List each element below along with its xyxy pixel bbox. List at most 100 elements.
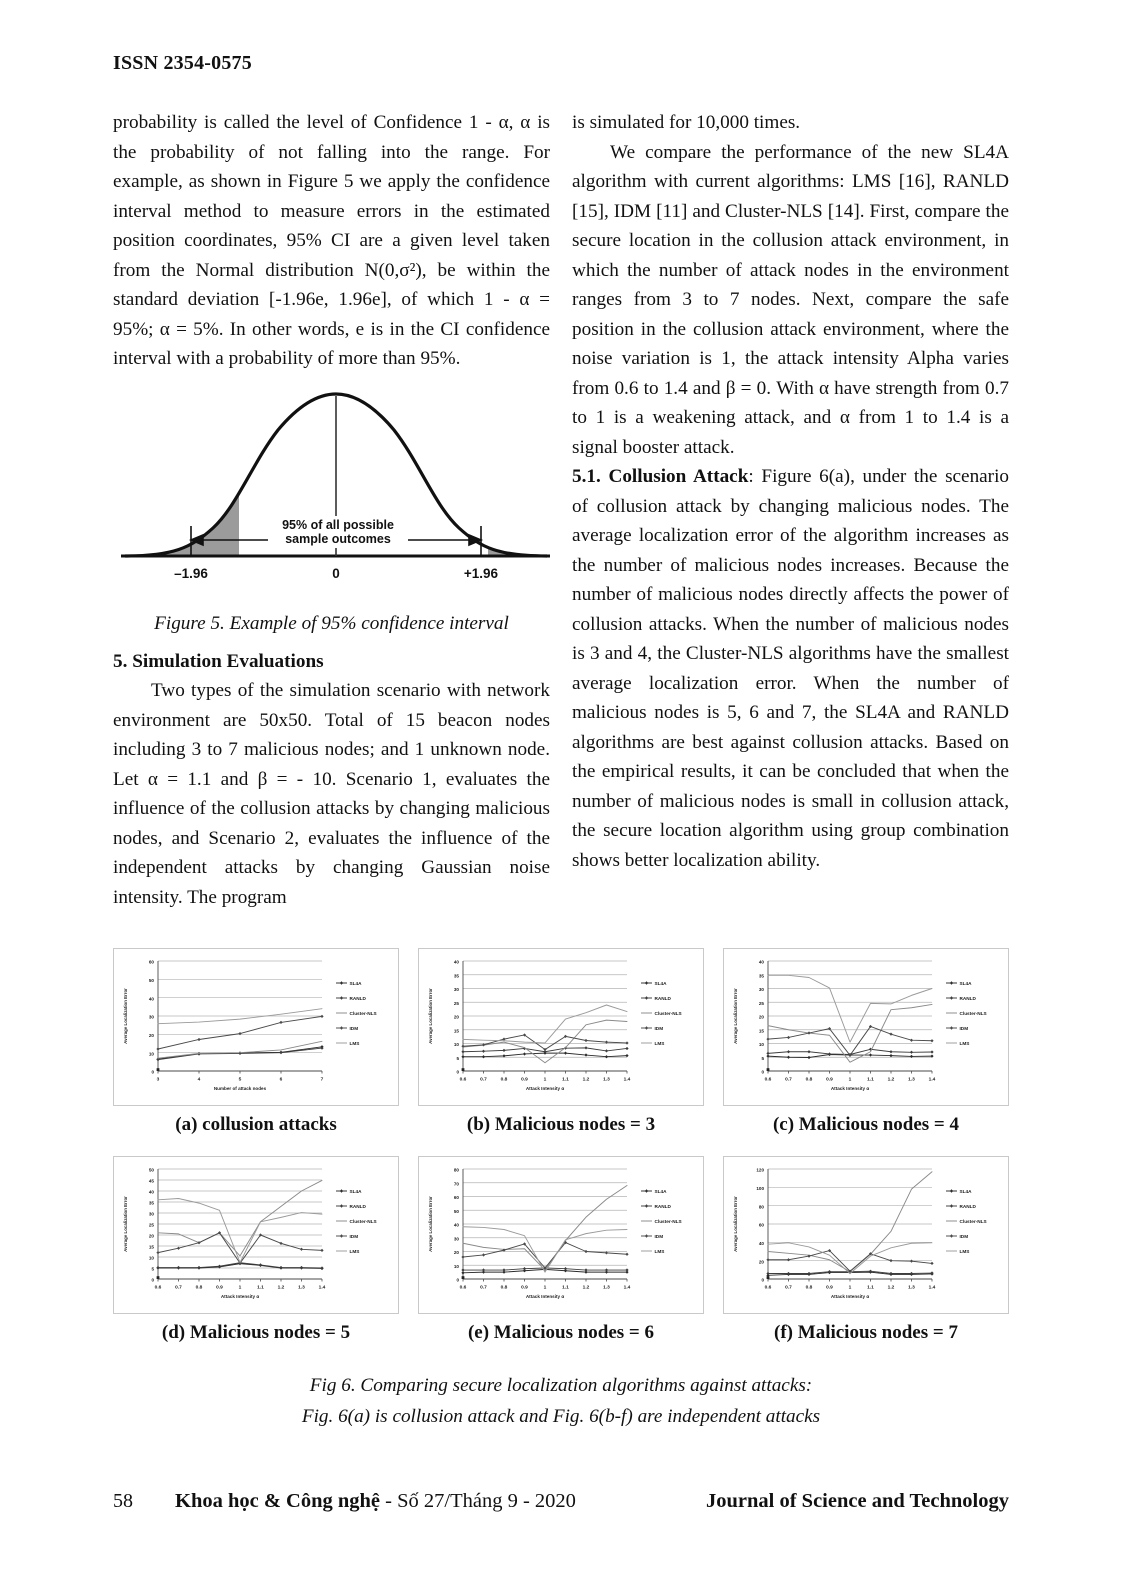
svg-text:Cluster-NLS: Cluster-NLS xyxy=(960,1219,987,1224)
chart-cell-f: 0 20 40 60 80 100 120 0.6 0.7 0.8 0.9 1 1.1 1.2 1.3 1.4… xyxy=(723,1156,1009,1360)
svg-text:10: 10 xyxy=(454,1042,460,1047)
svg-text:Cluster-NLS: Cluster-NLS xyxy=(350,1011,377,1016)
svg-text:25: 25 xyxy=(759,1001,765,1006)
svg-text:IDM: IDM xyxy=(655,1026,664,1031)
svg-text:Average Localization Error: Average Localization Error xyxy=(428,1196,433,1252)
svg-text:0.6: 0.6 xyxy=(765,1077,772,1083)
svg-text:Average Localization Error: Average Localization Error xyxy=(733,988,738,1044)
svg-text:1.4: 1.4 xyxy=(319,1285,326,1291)
svg-text:7: 7 xyxy=(321,1077,324,1083)
svg-text:RANLD: RANLD xyxy=(655,996,672,1001)
svg-text:0.7: 0.7 xyxy=(785,1285,792,1291)
figure-6: 0 10 20 30 40 50 60 3 4 5 6 7 Number of attack nodes… xyxy=(113,948,1009,1364)
svg-text:1: 1 xyxy=(239,1285,242,1291)
chart-d: 0 5 10 15 20 25 30 35 40 45 50 0.6 0.7 0.8 0.9 1 1.1 1.2 1… xyxy=(113,1156,399,1314)
chart-cell-b: 0 5 10 15 20 25 30 35 40 0.6 0.7 0.8 0.9 1 1.1 1.2 1.3 1.… xyxy=(418,948,704,1152)
svg-text:0.6: 0.6 xyxy=(460,1285,467,1291)
tick-label-center: 0 xyxy=(332,566,340,581)
two-column-body: probability is called the level of Confi… xyxy=(113,108,1009,912)
subsection-heading-51: 5.1. Collusion Attack xyxy=(572,466,749,487)
svg-text:1.1: 1.1 xyxy=(257,1285,264,1291)
svg-text:0.6: 0.6 xyxy=(155,1285,162,1291)
svg-text:1.1: 1.1 xyxy=(867,1285,874,1291)
svg-text:80: 80 xyxy=(454,1168,460,1173)
svg-text:Number of attack nodes: Number of attack nodes xyxy=(214,1086,267,1091)
svg-text:0.9: 0.9 xyxy=(826,1077,833,1083)
chart-cell-a: 0 10 20 30 40 50 60 3 4 5 6 7 Number of attack nodes… xyxy=(113,948,399,1152)
svg-text:Attack Intensity α: Attack Intensity α xyxy=(526,1294,564,1299)
chart-subcaption-f: (f) Malicious nodes = 7 xyxy=(774,1322,958,1343)
svg-text:5: 5 xyxy=(151,1267,154,1272)
svg-text:0.9: 0.9 xyxy=(521,1285,528,1291)
svg-text:35: 35 xyxy=(149,1201,155,1206)
svg-text:0: 0 xyxy=(761,1070,764,1075)
right-paragraph-3: 5.1. Collusion Attack: Figure 6(a), unde… xyxy=(572,462,1009,875)
svg-text:0.6: 0.6 xyxy=(460,1077,467,1083)
svg-text:3: 3 xyxy=(157,1077,160,1083)
svg-text:1: 1 xyxy=(849,1077,852,1083)
svg-text:0: 0 xyxy=(456,1070,459,1075)
svg-text:50: 50 xyxy=(149,1168,155,1173)
svg-text:1: 1 xyxy=(849,1285,852,1291)
svg-text:RANLD: RANLD xyxy=(350,1204,367,1209)
svg-text:Cluster-NLS: Cluster-NLS xyxy=(350,1219,377,1224)
svg-text:20: 20 xyxy=(149,1033,155,1038)
svg-text:50: 50 xyxy=(454,1209,460,1214)
svg-text:1.4: 1.4 xyxy=(624,1077,631,1083)
svg-text:60: 60 xyxy=(759,1223,765,1228)
svg-text:60: 60 xyxy=(149,960,155,965)
issn-header: ISSN 2354-0575 xyxy=(113,52,252,74)
svg-text:SL4A: SL4A xyxy=(350,981,363,986)
svg-text:0: 0 xyxy=(761,1278,764,1283)
page-number: 58 xyxy=(113,1490,133,1512)
svg-text:0.9: 0.9 xyxy=(826,1285,833,1291)
svg-text:LMS: LMS xyxy=(350,1041,360,1046)
svg-text:Attack Intensity α: Attack Intensity α xyxy=(221,1294,259,1299)
tick-label-right: +1.96 xyxy=(464,566,499,581)
svg-text:0: 0 xyxy=(456,1278,459,1283)
svg-text:10: 10 xyxy=(149,1256,155,1261)
svg-text:SL4A: SL4A xyxy=(655,1189,668,1194)
svg-text:30: 30 xyxy=(454,987,460,992)
svg-text:1.2: 1.2 xyxy=(888,1285,895,1291)
svg-text:40: 40 xyxy=(454,960,460,965)
right-paragraph-2: We compare the performance of the new SL… xyxy=(572,141,1009,458)
svg-text:LMS: LMS xyxy=(655,1041,665,1046)
svg-text:25: 25 xyxy=(149,1223,155,1228)
figure-5: 95% of all possible sample outcomes –1.9… xyxy=(113,388,550,637)
document-page: ISSN 2354-0575 probability is called the… xyxy=(0,0,1122,1594)
svg-text:Cluster-NLS: Cluster-NLS xyxy=(960,1011,987,1016)
svg-text:Cluster-NLS: Cluster-NLS xyxy=(655,1219,682,1224)
svg-text:30: 30 xyxy=(454,1236,460,1241)
chart-cell-e: 0 10 20 30 40 50 60 70 80 0.6 0.7 0.8 0.9 1 1.1 1.2 1.3 1… xyxy=(418,1156,704,1360)
svg-text:20: 20 xyxy=(454,1250,460,1255)
svg-text:10: 10 xyxy=(759,1042,765,1047)
svg-text:SL4A: SL4A xyxy=(350,1189,363,1194)
svg-text:0.7: 0.7 xyxy=(785,1077,792,1083)
figure-6-caption-line1: Fig 6. Comparing secure localization alg… xyxy=(309,1375,813,1396)
footer-journal-vi: Khoa học & Công nghệ - Số 27/Tháng 9 - 2… xyxy=(175,1490,576,1513)
svg-text:40: 40 xyxy=(759,1241,765,1246)
svg-text:15: 15 xyxy=(759,1028,765,1033)
left-paragraph-2: Two types of the simulation scenario wit… xyxy=(113,680,550,908)
svg-text:0.7: 0.7 xyxy=(480,1077,487,1083)
chart-subcaption-b: (b) Malicious nodes = 3 xyxy=(466,1114,656,1135)
svg-text:Attack Intensity α: Attack Intensity α xyxy=(831,1294,869,1299)
svg-text:35: 35 xyxy=(454,973,460,978)
svg-text:1.4: 1.4 xyxy=(624,1285,631,1291)
svg-text:20: 20 xyxy=(759,1259,765,1264)
svg-text:0: 0 xyxy=(151,1278,154,1283)
svg-text:100: 100 xyxy=(756,1186,764,1191)
svg-text:0.7: 0.7 xyxy=(480,1285,487,1291)
svg-text:15: 15 xyxy=(149,1245,155,1250)
svg-text:SL4A: SL4A xyxy=(960,981,973,986)
chart-f: 0 20 40 60 80 100 120 0.6 0.7 0.8 0.9 1 1.1 1.2 1.3 1.4… xyxy=(723,1156,1009,1314)
chart-a: 0 10 20 30 40 50 60 3 4 5 6 7 Number of attack nodes… xyxy=(113,948,399,1106)
svg-text:1.3: 1.3 xyxy=(908,1285,915,1291)
ci-annotation-line1: 95% of all possible xyxy=(282,518,394,532)
svg-text:30: 30 xyxy=(759,987,765,992)
figure-5-caption: Figure 5. Example of 95% confidence inte… xyxy=(154,612,509,634)
svg-text:5: 5 xyxy=(761,1056,764,1061)
svg-text:RANLD: RANLD xyxy=(960,996,977,1001)
svg-text:20: 20 xyxy=(454,1015,460,1020)
